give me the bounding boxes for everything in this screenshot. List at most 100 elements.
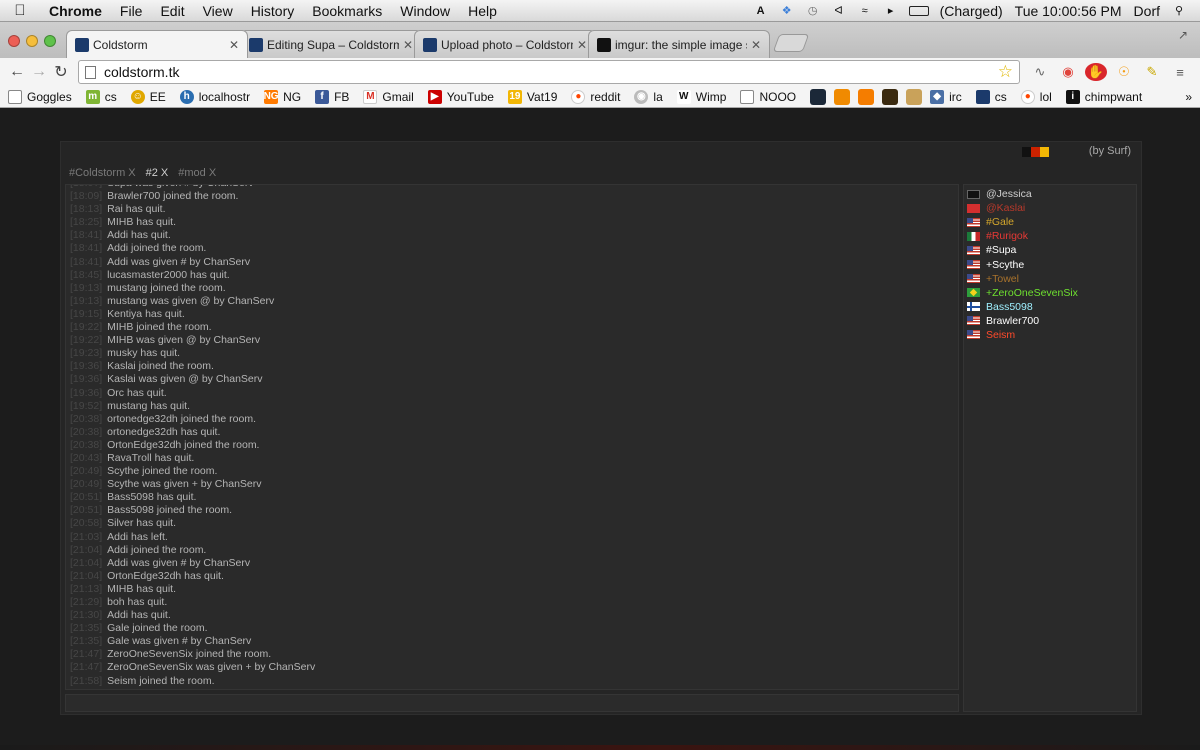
menu-help[interactable]: Help	[459, 3, 506, 19]
minimize-window-button[interactable]	[26, 35, 38, 47]
apple-menu-icon[interactable]: 	[0, 2, 40, 19]
message-log[interactable]: [18:0?]Supa was given # by ChanServ[18:0…	[65, 184, 959, 690]
bookmark-ng[interactable]: NG NG	[264, 89, 301, 104]
battery-icon[interactable]	[908, 5, 929, 16]
bookmark-irc[interactable]: ◆ irc	[930, 89, 962, 104]
tab-upload-photo[interactable]: Upload photo – Coldstorm ✕	[414, 30, 596, 58]
menu-icon[interactable]: ≡	[1169, 63, 1191, 81]
steam-bookmark-icon[interactable]	[810, 88, 827, 105]
bookmark-nooo[interactable]: NOOO	[740, 89, 796, 104]
bookmark-label: FB	[334, 89, 350, 104]
address-url[interactable]: coldstorm.tk	[104, 64, 179, 80]
bookmark-lol[interactable]: ● lol	[1020, 89, 1052, 104]
log-line: [20:38] OrtonEdge32dh joined the room.	[70, 439, 954, 452]
blogger-bookmark-icon[interactable]	[858, 88, 875, 105]
dropbox-icon[interactable]: ❖	[779, 4, 795, 18]
menubar-user[interactable]: Dorf	[1134, 3, 1160, 19]
bookmark-cs-2[interactable]: cs	[975, 89, 1007, 104]
reload-icon[interactable]: ↻	[50, 62, 72, 82]
tab-coldstorm[interactable]: Coldstorm ✕	[66, 30, 248, 58]
bookmark-wimp[interactable]: W Wimp	[676, 89, 726, 104]
menu-history[interactable]: History	[242, 3, 304, 19]
user-entry[interactable]: @Kaslai	[964, 201, 1136, 215]
log-line: [18:41] Addi was given # by ChanServ	[70, 256, 954, 269]
orange-extension-icon[interactable]: ☉	[1113, 63, 1135, 81]
tab-room-coldstorm[interactable]: #Coldstorm X	[69, 167, 136, 179]
close-tab-icon[interactable]: ✕	[751, 38, 761, 52]
log-text: ortonedge32dh has quit.	[107, 425, 221, 438]
menubar-clock[interactable]: Tue 10:00:56 PM	[1015, 3, 1122, 19]
menu-view[interactable]: View	[194, 3, 242, 19]
menu-window[interactable]: Window	[391, 3, 459, 19]
time-machine-icon[interactable]: ◷	[805, 4, 821, 18]
menu-app-chrome[interactable]: Chrome	[40, 3, 111, 19]
close-tab-icon[interactable]: ✕	[577, 38, 587, 52]
user-name: @Kaslai	[986, 202, 1026, 215]
bookmark-fb[interactable]: f FB	[315, 89, 350, 104]
message-input[interactable]	[65, 694, 959, 712]
bookmark-cs[interactable]: m cs	[85, 89, 117, 104]
back-arrow-icon[interactable]: ←	[6, 63, 28, 81]
orange-bookmark-icon[interactable]	[834, 88, 851, 105]
tab-room-2[interactable]: #2 X	[146, 167, 169, 179]
bookmark-chimpwant[interactable]: i chimpwant	[1065, 89, 1142, 104]
user-entry[interactable]: @Jessica	[964, 187, 1136, 201]
menu-edit[interactable]: Edit	[151, 3, 193, 19]
bookmark-localhostr[interactable]: h localhostr	[179, 89, 250, 104]
close-window-button[interactable]	[8, 35, 20, 47]
chevron-double-right-icon[interactable]: »	[1185, 90, 1192, 104]
log-line: [18:41] Addi has quit.	[70, 229, 954, 242]
pulse-extension-icon[interactable]: ∿	[1029, 63, 1051, 81]
user-entry[interactable]: Brawler700	[964, 314, 1136, 328]
log-text: Addi has left.	[107, 530, 168, 543]
volume-icon[interactable]: ▸	[883, 4, 899, 18]
battery-status: (Charged)	[939, 2, 1003, 19]
user-entry[interactable]: +Scythe	[964, 257, 1136, 271]
fullscreen-icon[interactable]: ↗	[1178, 28, 1188, 42]
menu-bookmarks[interactable]: Bookmarks	[303, 3, 391, 19]
new-tab-button[interactable]	[772, 34, 810, 52]
user-entry[interactable]: Bass5098	[964, 300, 1136, 314]
bookmark-star-icon[interactable]: ☆	[998, 62, 1013, 82]
finland-flag-icon	[967, 302, 980, 312]
address-bar[interactable]: coldstorm.tk ☆	[78, 60, 1020, 84]
bookmark-youtube[interactable]: ▶ YouTube	[427, 89, 494, 104]
close-tab-icon[interactable]: ✕	[403, 38, 413, 52]
user-entry[interactable]: +Towel	[964, 272, 1136, 286]
spotlight-search-icon[interactable]: ⚲	[1171, 4, 1187, 18]
user-entry[interactable]: #Gale	[964, 215, 1136, 229]
user-entry[interactable]: +ZeroOneSevenSix	[964, 286, 1136, 300]
notes-extension-icon[interactable]: ✎	[1141, 63, 1163, 81]
sign-bookmark-icon[interactable]	[906, 88, 923, 105]
theme-flag-icon[interactable]	[1022, 147, 1049, 157]
tab-editing-supa[interactable]: Editing Supa – Coldstorm W ✕	[240, 30, 422, 58]
bookmark-reddit[interactable]: ● reddit	[571, 89, 621, 104]
adblock-extension-icon[interactable]: ✋	[1085, 63, 1107, 81]
log-timestamp: [19:36]	[70, 360, 103, 373]
zoom-window-button[interactable]	[44, 35, 56, 47]
user-entry[interactable]: #Rurigok	[964, 229, 1136, 243]
tab-room-mod[interactable]: #mod X	[178, 167, 216, 179]
bookmark-goggles[interactable]: Goggles	[8, 89, 72, 104]
wifi-icon[interactable]: ≈	[857, 4, 873, 18]
bookmark-gmail[interactable]: M Gmail	[363, 89, 414, 104]
pocket-extension-icon[interactable]: ◉	[1057, 63, 1079, 81]
user-name: +Towel	[986, 272, 1019, 285]
menu-file[interactable]: File	[111, 3, 152, 19]
log-text: Addi has quit.	[107, 609, 171, 622]
bookmark-la[interactable]: ◉ la	[634, 89, 663, 104]
forward-arrow-icon[interactable]: →	[28, 63, 50, 81]
log-timestamp: [19:36]	[70, 386, 103, 399]
coldstorm-favicon-icon	[423, 37, 437, 52]
close-tab-icon[interactable]: ✕	[229, 38, 239, 52]
log-timestamp: [18:41]	[70, 255, 103, 268]
user-entry[interactable]: #Supa	[964, 243, 1136, 257]
bluetooth-icon[interactable]: ᐊ	[831, 4, 847, 18]
adobe-icon[interactable]: A	[753, 4, 769, 18]
bookmark-vat19[interactable]: 19 Vat19	[507, 89, 557, 104]
game-bookmark-icon[interactable]	[882, 88, 899, 105]
bookmark-ee[interactable]: ☺ EE	[130, 89, 166, 104]
bookmark-label: reddit	[590, 89, 621, 104]
user-entry[interactable]: Seism	[964, 328, 1136, 342]
tab-imgur[interactable]: imgur: the simple image sh ✕	[588, 30, 770, 58]
